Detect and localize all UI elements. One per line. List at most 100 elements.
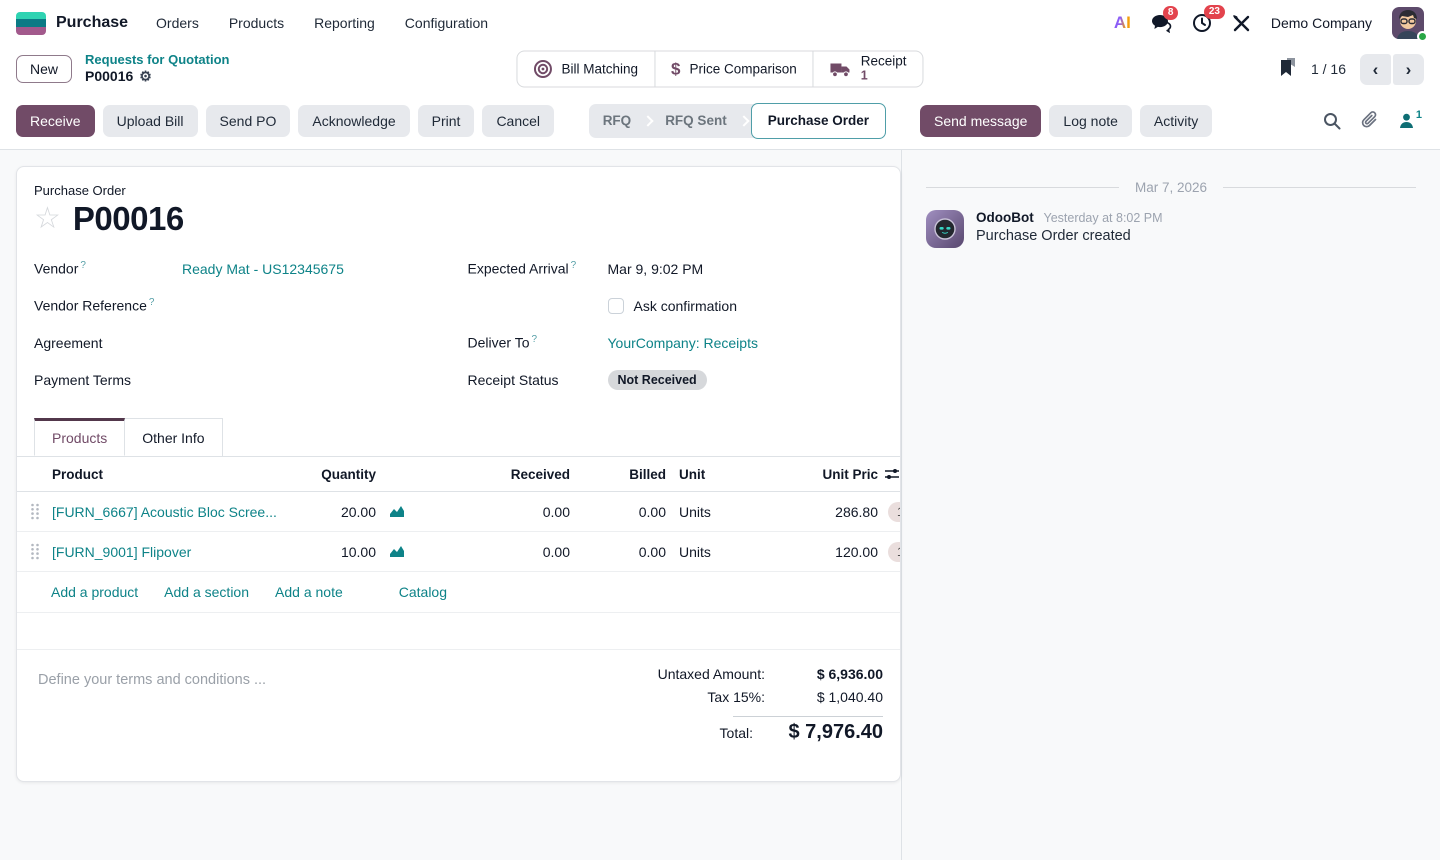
product-link[interactable]: [FURN_6667] Acoustic Bloc Scree... [52, 504, 290, 520]
vendor-reference-field[interactable]: Vendor Reference? [34, 287, 450, 324]
attachment-icon[interactable] [1361, 111, 1379, 130]
activities-badge: 23 [1204, 5, 1225, 19]
drag-handle-icon[interactable] [17, 543, 52, 560]
tab-other-info[interactable]: Other Info [125, 418, 222, 456]
chatter-panel: Mar 7, 2026 OdooBot Yesterday at 8:02 PM… [902, 150, 1440, 860]
search-messages-icon[interactable] [1323, 112, 1341, 130]
acknowledge-button[interactable]: Acknowledge [298, 105, 409, 137]
menu-reporting[interactable]: Reporting [314, 15, 375, 31]
messages-icon[interactable]: 8 [1151, 14, 1172, 33]
unit-price-cell[interactable]: 286.80 [750, 504, 878, 520]
add-product-link[interactable]: Add a product [51, 584, 138, 600]
order-line-actions: Add a product Add a section Add a note C… [17, 572, 900, 613]
print-button[interactable]: Print [418, 105, 475, 137]
empty-line [17, 613, 900, 650]
chatter-message: OdooBot Yesterday at 8:02 PM Purchase Or… [926, 210, 1416, 248]
breadcrumb-current: P00016 ⚙ [85, 68, 229, 86]
billed-cell[interactable]: 0.00 [570, 504, 666, 520]
column-options-icon[interactable] [884, 467, 900, 481]
order-line-row[interactable]: [FURN_9001] Flipover 10.00 0.00 0.00 Uni… [17, 532, 900, 572]
breadcrumb: Requests for Quotation P00016 ⚙ [85, 52, 229, 86]
expected-arrival-value[interactable]: Mar 9, 9:02 PM [608, 261, 704, 277]
received-cell[interactable]: 0.00 [420, 504, 570, 520]
chatter-toolbar: Send message Log note Activity 1 [902, 92, 1440, 149]
price-comparison-button[interactable]: $ Price Comparison [655, 52, 814, 87]
untaxed-amount-value: $ 6,936.00 [765, 666, 883, 682]
send-po-button[interactable]: Send PO [206, 105, 291, 137]
status-rfq-sent[interactable]: RFQ Sent [653, 113, 739, 128]
receipt-status-badge: Not Received [608, 370, 707, 390]
receipt-count: 1 [861, 70, 907, 84]
log-note-button[interactable]: Log note [1049, 105, 1132, 137]
ask-confirmation-label: Ask confirmation [634, 298, 737, 314]
doc-type-label: Purchase Order [34, 183, 883, 198]
cancel-button[interactable]: Cancel [482, 105, 554, 137]
user-avatar[interactable] [1392, 7, 1424, 39]
activities-clock-icon[interactable]: 23 [1192, 13, 1212, 33]
activity-button[interactable]: Activity [1140, 105, 1212, 137]
drag-handle-icon[interactable] [17, 503, 52, 520]
smart-buttons: Bill Matching $ Price Comparison Receipt… [516, 51, 923, 88]
gear-icon[interactable]: ⚙ [139, 68, 152, 86]
ai-icon[interactable]: AI [1114, 13, 1131, 33]
untaxed-amount-label: Untaxed Amount: [658, 666, 765, 682]
pager-counter: 1 / 16 [1311, 61, 1346, 77]
unit-cell[interactable]: Units [666, 544, 750, 560]
action-bar: Receive Upload Bill Send PO Acknowledge … [0, 92, 1440, 150]
messages-badge: 8 [1163, 6, 1179, 20]
tab-products[interactable]: Products [34, 418, 125, 456]
control-panel: New Requests for Quotation P00016 ⚙ Bill… [0, 46, 1440, 92]
upload-bill-button[interactable]: Upload Bill [103, 105, 198, 137]
forecast-chart-icon[interactable] [376, 545, 420, 558]
receive-button[interactable]: Receive [16, 105, 95, 137]
odoobot-avatar [926, 210, 964, 248]
order-line-row[interactable]: [FURN_6667] Acoustic Bloc Scree... 20.00… [17, 492, 900, 532]
breadcrumb-parent[interactable]: Requests for Quotation [85, 52, 229, 68]
online-status-dot [1417, 31, 1428, 42]
vendor-value[interactable]: Ready Mat - US12345675 [182, 261, 344, 277]
catalog-link[interactable]: Catalog [399, 584, 447, 600]
billed-cell[interactable]: 0.00 [570, 544, 666, 560]
agreement-field[interactable]: Agreement [34, 324, 450, 361]
app-name[interactable]: Purchase [56, 14, 128, 32]
ask-confirmation-checkbox[interactable] [608, 298, 624, 314]
menu-configuration[interactable]: Configuration [405, 15, 488, 31]
menu-orders[interactable]: Orders [156, 15, 199, 31]
payment-terms-field[interactable]: Payment Terms [34, 361, 450, 398]
bookmark-icon[interactable] [1279, 57, 1297, 82]
terms-placeholder[interactable]: Define your terms and conditions ... [38, 666, 266, 749]
deliver-to-value[interactable]: YourCompany: Receipts [608, 335, 758, 351]
add-note-link[interactable]: Add a note [275, 584, 343, 600]
pager-previous-button[interactable]: ‹ [1360, 54, 1391, 85]
bill-matching-button[interactable]: Bill Matching [517, 52, 655, 87]
followers-icon[interactable]: 1 [1399, 113, 1422, 128]
followers-count: 1 [1416, 109, 1422, 121]
status-rfq[interactable]: RFQ [591, 113, 644, 128]
receipt-button[interactable]: Receipt 1 [814, 52, 923, 87]
add-section-link[interactable]: Add a section [164, 584, 249, 600]
receipt-status-field: Receipt Status Not Received [468, 361, 884, 398]
forecast-chart-icon[interactable] [376, 505, 420, 518]
tax-label: Tax 15%: [707, 689, 765, 705]
status-purchase-order[interactable]: Purchase Order [751, 103, 886, 139]
help-icon: ? [80, 260, 86, 271]
unit-price-cell[interactable]: 120.00 [750, 544, 878, 560]
unit-cell[interactable]: Units [666, 504, 750, 520]
vendor-field: Vendor? Ready Mat - US12345675 [34, 250, 450, 287]
favorite-star-icon[interactable]: ☆ [34, 204, 61, 234]
message-author[interactable]: OdooBot [976, 210, 1034, 225]
tax-badge: 1 [888, 542, 901, 562]
pager-next-button[interactable]: › [1393, 54, 1424, 85]
message-timestamp: Yesterday at 8:02 PM [1044, 211, 1163, 225]
tools-icon[interactable] [1232, 14, 1251, 33]
new-button[interactable]: New [16, 55, 72, 83]
send-message-button[interactable]: Send message [920, 105, 1041, 137]
chevron-left-icon: ‹ [1373, 60, 1379, 79]
quantity-cell[interactable]: 20.00 [290, 504, 376, 520]
company-name[interactable]: Demo Company [1271, 15, 1372, 31]
product-link[interactable]: [FURN_9001] Flipover [52, 544, 290, 560]
app-switcher[interactable]: Purchase [16, 12, 128, 35]
received-cell[interactable]: 0.00 [420, 544, 570, 560]
quantity-cell[interactable]: 10.00 [290, 544, 376, 560]
menu-products[interactable]: Products [229, 15, 284, 31]
